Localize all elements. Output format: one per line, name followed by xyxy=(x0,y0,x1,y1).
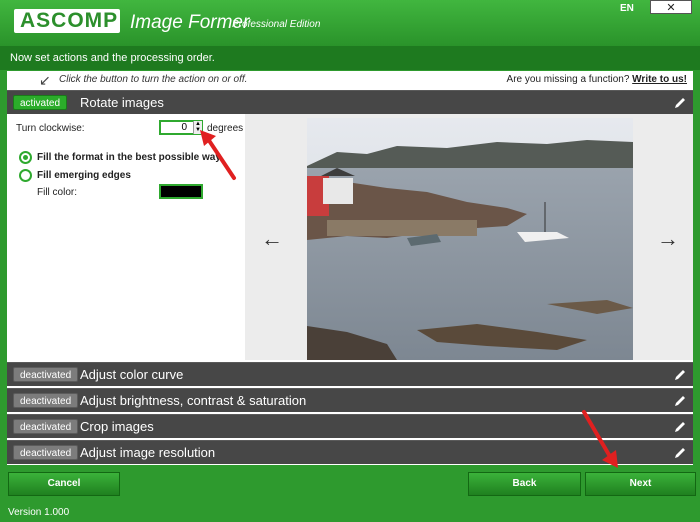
missing-function-prefix: Are you missing a function? xyxy=(506,74,630,85)
preview-photo xyxy=(307,118,633,360)
action-row-rotate[interactable]: activated Rotate images xyxy=(7,90,693,114)
action-label-color-curve: Adjust color curve xyxy=(80,367,184,382)
missing-function-text: Are you missing a function? Write to us! xyxy=(507,74,687,85)
back-button[interactable]: Back xyxy=(468,472,581,496)
pencil-icon[interactable] xyxy=(673,394,687,408)
hint-arrow-icon: ↙ xyxy=(39,72,51,88)
cancel-button[interactable]: Cancel xyxy=(8,472,120,496)
hint-text: Click the button to turn the action on o… xyxy=(59,74,248,85)
annotation-arrow-icon xyxy=(582,410,618,468)
fill-format-radio[interactable] xyxy=(19,151,32,164)
action-label-crop: Crop images xyxy=(80,419,154,434)
action-toggle-crop[interactable]: deactivated xyxy=(13,419,79,434)
step-instruction: Now set actions and the processing order… xyxy=(0,46,700,70)
fill-color-label: Fill color: xyxy=(37,187,78,198)
fill-edges-radio[interactable] xyxy=(19,169,32,182)
action-label-brightness: Adjust brightness, contrast & saturation xyxy=(80,393,307,408)
pencil-icon[interactable] xyxy=(673,446,687,460)
action-toggle-rotate[interactable]: activated xyxy=(13,95,68,110)
pencil-icon[interactable] xyxy=(673,96,687,110)
app-logo: ASCOMP xyxy=(14,9,120,33)
rotate-settings: Turn clockwise: 0 ▲ ▼ degrees Fill the fo… xyxy=(7,114,693,360)
action-toggle-resolution[interactable]: deactivated xyxy=(13,445,79,460)
action-label-rotate: Rotate images xyxy=(80,95,164,110)
write-to-us-link[interactable]: Write to us! xyxy=(632,74,687,85)
fill-color-picker[interactable] xyxy=(159,184,203,199)
close-icon: ✕ xyxy=(666,1,676,14)
previous-image-button[interactable]: ← xyxy=(261,226,283,252)
fill-edges-label: Fill emerging edges xyxy=(37,170,131,181)
fill-format-label: Fill the format in the best possible way xyxy=(37,152,221,163)
image-preview: ← → xyxy=(245,114,693,360)
actions-panel: ↙ Click the button to turn the action on… xyxy=(6,70,694,466)
next-button[interactable]: Next xyxy=(585,472,696,496)
close-window-button[interactable]: ✕ xyxy=(650,0,692,14)
action-row-color-curve[interactable]: deactivated Adjust color curve xyxy=(7,362,693,386)
pencil-icon[interactable] xyxy=(673,420,687,434)
action-toggle-color-curve[interactable]: deactivated xyxy=(13,367,79,382)
title-bar: ASCOMP Image Former Professional Edition… xyxy=(0,0,700,46)
pencil-icon[interactable] xyxy=(673,368,687,382)
language-button[interactable]: EN xyxy=(620,3,634,14)
action-toggle-brightness[interactable]: deactivated xyxy=(13,393,79,408)
edition-label: Professional Edition xyxy=(232,19,321,30)
hint-bar: ↙ Click the button to turn the action on… xyxy=(7,71,693,90)
action-label-resolution: Adjust image resolution xyxy=(80,445,216,460)
next-image-button[interactable]: → xyxy=(657,226,679,252)
turn-clockwise-label: Turn clockwise: xyxy=(16,123,85,134)
annotation-arrow-icon xyxy=(200,130,236,180)
version-label: Version 1.000 xyxy=(8,507,70,518)
